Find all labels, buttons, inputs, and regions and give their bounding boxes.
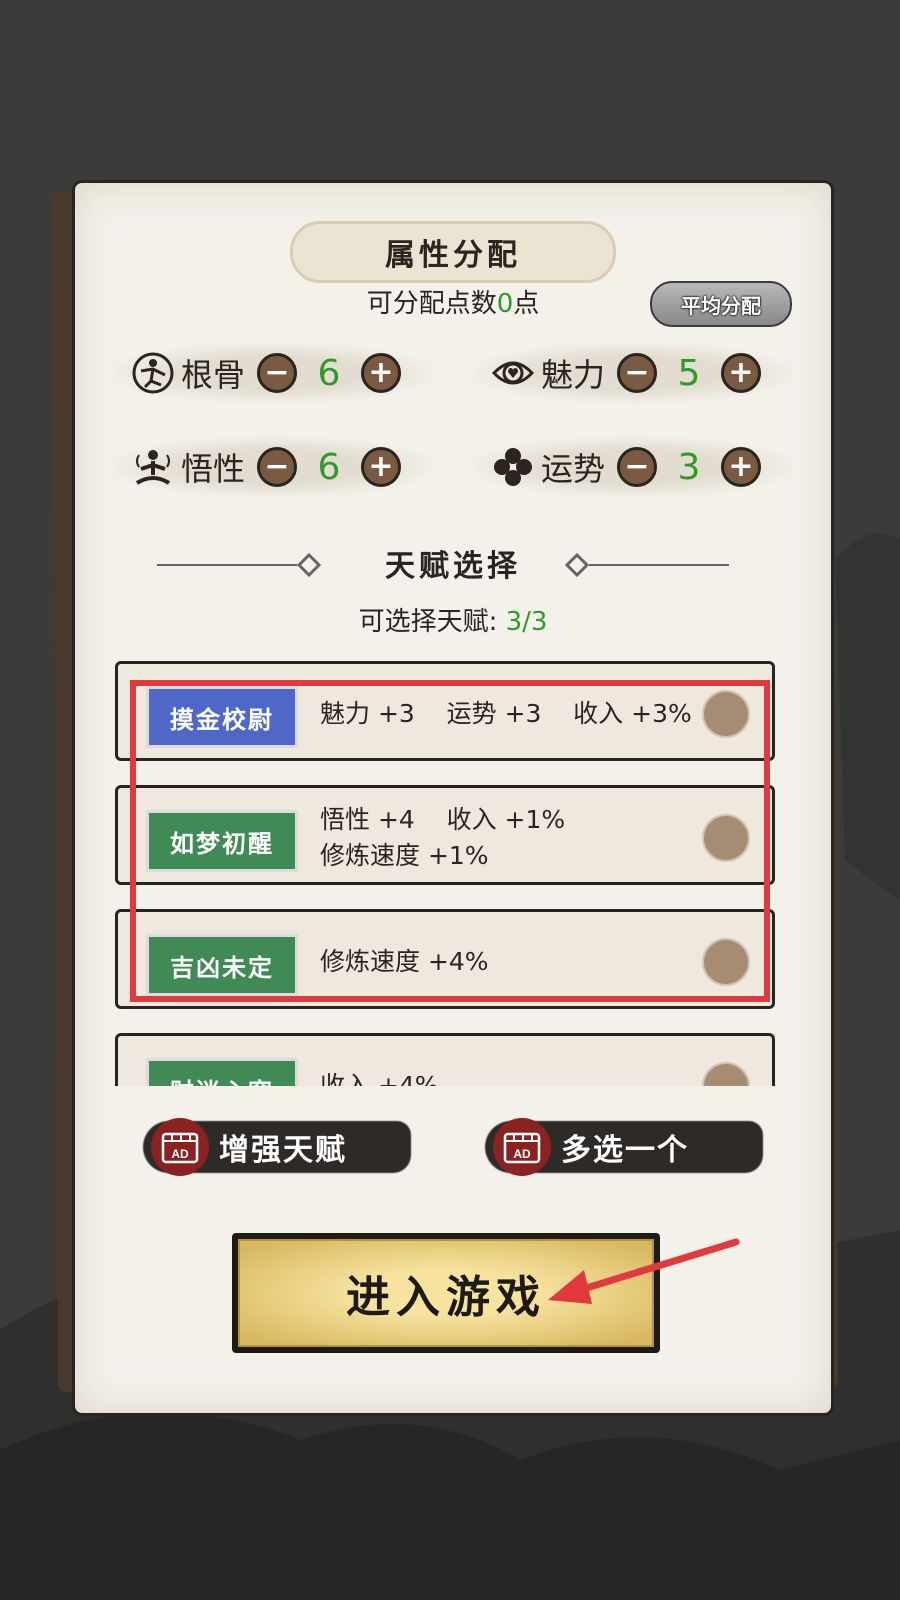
stat-gengu: 根骨 − 6 + — [113, 343, 433, 403]
talent-select-radio[interactable] — [702, 1062, 750, 1086]
stat-minus-button[interactable]: − — [617, 447, 657, 487]
divider-right — [589, 564, 729, 566]
talent-tag: 财迷心窍 — [146, 1058, 298, 1086]
stat-value: 6 — [317, 352, 341, 394]
stat-plus-button[interactable]: + — [721, 353, 761, 393]
bone-pose-icon — [131, 351, 175, 395]
ad-video-icon: AD — [151, 1118, 209, 1176]
stat-value: 5 — [677, 352, 701, 394]
panel-title: 属性分配 — [290, 221, 616, 283]
points-value: 0 — [496, 289, 514, 319]
points-suffix: 点 — [513, 289, 540, 319]
stat-name: 悟性 — [181, 450, 246, 488]
stat-plus-button[interactable]: + — [361, 447, 401, 487]
highlight-box — [130, 680, 770, 1002]
svg-text:AD: AD — [513, 1147, 531, 1161]
stat-meili: 魅力 − 5 + — [473, 343, 793, 403]
attribute-panel: 属性分配 可分配点数0点 平均分配 根骨 − 6 + 魅力 − 5 + 悟性 −… — [72, 180, 834, 1416]
stat-plus-button[interactable]: + — [361, 353, 401, 393]
stat-minus-button[interactable]: − — [257, 447, 297, 487]
diamond-ornament-icon — [564, 552, 590, 581]
meditation-icon — [131, 445, 175, 489]
stat-minus-button[interactable]: − — [257, 353, 297, 393]
stat-value: 6 — [317, 446, 341, 488]
talent-count-label: 可选择天赋: — [358, 607, 506, 637]
ad-button-label: 多选一个 — [561, 1133, 689, 1168]
stat-yunshi: 运势 − 3 + — [473, 437, 793, 497]
enter-game-button[interactable]: 进入游戏 — [232, 1233, 660, 1353]
stat-name: 运势 — [541, 450, 606, 488]
talent-card[interactable]: 财迷心窍 收入 +4% — [115, 1033, 775, 1086]
stat-name: 根骨 — [181, 356, 246, 394]
stat-minus-button[interactable]: − — [617, 353, 657, 393]
ad-video-icon: AD — [493, 1118, 551, 1176]
talent-description: 收入 +4% — [320, 1071, 439, 1086]
stat-value: 3 — [677, 446, 701, 488]
points-prefix: 可分配点数 — [366, 289, 497, 319]
talent-count: 可选择天赋: 3/3 — [75, 601, 831, 638]
stat-plus-button[interactable]: + — [721, 447, 761, 487]
talent-section-title: 天赋选择 — [385, 549, 521, 584]
enter-game-label: 进入游戏 — [238, 1239, 654, 1347]
eye-heart-icon — [491, 351, 535, 395]
stat-name: 魅力 — [541, 356, 606, 394]
average-distribute-button[interactable]: 平均分配 — [650, 281, 792, 327]
svg-text:AD: AD — [171, 1147, 189, 1161]
talent-count-value: 3/3 — [505, 607, 548, 637]
enhance-talent-ad-button[interactable]: AD 增强天赋 — [143, 1115, 411, 1179]
ad-button-label: 增强天赋 — [219, 1133, 347, 1168]
stat-wuxing: 悟性 − 6 + — [113, 437, 433, 497]
pick-one-more-ad-button[interactable]: AD 多选一个 — [485, 1115, 763, 1179]
clover-icon — [491, 445, 535, 489]
